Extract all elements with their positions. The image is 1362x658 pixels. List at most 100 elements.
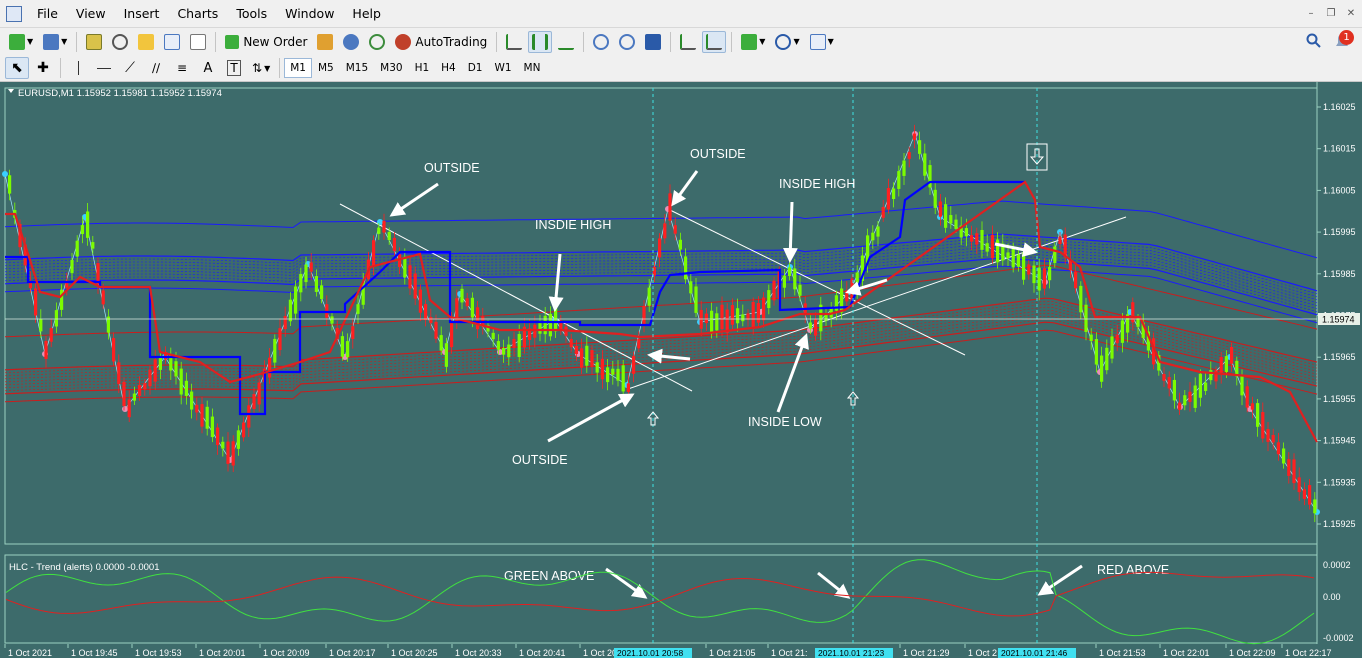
timeframe-w1[interactable]: W1 [488,58,517,78]
trendline [339,203,693,392]
candle-body [252,394,256,409]
new-chart-button[interactable]: ▼ [5,31,37,53]
candle-body [226,441,230,464]
periods-button[interactable]: ▼ [771,31,803,53]
profiles-icon [43,33,60,50]
candle-body [1198,373,1202,398]
bar-chart-button[interactable] [502,31,526,53]
annotation-label: INSIDE HIGH [779,177,855,191]
menu-window[interactable]: Window [276,0,343,28]
zoom-out-button[interactable] [615,31,639,53]
autotrading-icon [395,33,412,50]
candle-body [314,276,318,292]
candle-body [814,319,818,336]
candle-body [424,304,428,321]
search-icon[interactable] [1306,33,1322,52]
chart-canvas[interactable]: OUTSIDE OUTSIDE INSDIE HIGH INSIDE HIGH OUTS… [0,82,1362,658]
metaeditor-button[interactable] [313,31,337,53]
timeframe-h4[interactable]: H4 [435,58,462,78]
timeframe-m5[interactable]: M5 [312,58,340,78]
standard-toolbar: ▼ ▼ New Order AutoTrading ▼ ▼ ▼ 1 [0,28,1362,55]
candle-body [1266,429,1270,442]
candle-body [174,361,178,377]
candle-body [1016,254,1020,267]
annotation-label: OUTSIDE [690,147,746,161]
menu-view[interactable]: View [67,0,115,28]
navigator-button[interactable] [134,31,158,53]
menu-file[interactable]: File [28,0,67,28]
timeframe-m30[interactable]: M30 [374,58,408,78]
candle-body [179,368,183,395]
candle-body [1292,459,1296,484]
candle-body [1136,318,1140,327]
time-label: 1 Oct 19:45 [71,648,118,658]
timeframe-mn[interactable]: MN [518,58,547,78]
terminal-button[interactable] [160,31,184,53]
price-label: 1.15995 [1323,227,1356,237]
chart-window[interactable]: OUTSIDE OUTSIDE INSDIE HIGH INSIDE HIGH OUTS… [0,82,1362,658]
time-label: 1 Oct 20:17 [329,648,376,658]
horizontal-line-button[interactable] [92,57,116,79]
fibonacci-button[interactable]: ≡ [170,57,194,79]
time-label: 1 Oct 20:25 [391,648,438,658]
candle-body [44,340,48,359]
time-label: 1 Oct 22:17 [1285,648,1332,658]
candle-body [148,369,152,387]
indicators-button[interactable]: ▼ [737,31,769,53]
candle-body [606,367,610,383]
notifications-button[interactable]: 1 [1332,30,1354,52]
autoscroll-button[interactable] [702,30,727,53]
profiles-button[interactable]: ▼ [39,31,71,53]
timeframe-h1[interactable]: H1 [409,58,436,78]
chart-shift-button[interactable] [676,31,700,53]
signals-button[interactable] [339,31,363,53]
minimize-icon[interactable]: – [1304,8,1318,20]
text-button[interactable]: A [196,57,220,79]
timeframe-m15[interactable]: M15 [340,58,374,78]
price-label: 1.16015 [1323,144,1356,154]
candle-body [720,304,724,330]
candle-body [585,345,589,366]
annotation-label: RED ABOVE [1097,563,1169,577]
menu-charts[interactable]: Charts [168,0,227,28]
restore-icon[interactable]: ❐ [1324,8,1338,20]
autotrading-button[interactable]: AutoTrading [391,31,491,53]
timeframe-m1[interactable]: M1 [284,58,312,78]
new-order-button[interactable]: New Order [221,31,311,53]
candle-body [507,344,511,358]
templates-button[interactable]: ▼ [806,31,838,53]
vertical-line-button[interactable] [66,57,90,79]
chart-info: EURUSD,M1 1.15952 1.15981 1.15952 1.1597… [18,88,222,99]
strategy-tester-button[interactable] [186,31,210,53]
buy-arrow-icon [846,391,860,406]
candle-body [517,334,521,357]
menu-insert[interactable]: Insert [115,0,169,28]
blue-band-line [4,249,1318,307]
candle-body [403,256,407,278]
radio-button[interactable] [365,31,389,53]
tile-windows-button[interactable] [641,31,665,53]
trendline-button[interactable]: ⟋ [118,57,142,79]
menu-help[interactable]: Help [343,0,390,28]
menu-tools[interactable]: Tools [227,0,276,28]
price-label: 1.15935 [1323,477,1356,487]
candle-body [221,441,225,449]
arrows-button[interactable]: ⇅ ▼ [248,57,274,79]
chart-collapse-icon[interactable] [8,89,14,93]
data-window-button[interactable] [108,31,132,53]
candle-body [611,368,615,375]
crosshair-button[interactable]: ✚ [31,57,55,79]
equidistant-channel-button[interactable]: ∕∕ [144,57,168,79]
cursor-button[interactable]: ⬉ [5,57,29,79]
timeframe-d1[interactable]: D1 [462,58,489,78]
candle-body [60,289,64,310]
price-label: 1.15955 [1323,394,1356,404]
close-icon[interactable]: ✕ [1344,8,1358,20]
candle-body [1240,375,1244,396]
line-chart-button[interactable] [554,31,578,53]
zoom-in-button[interactable] [589,31,613,53]
text-label-button[interactable]: T [222,57,246,79]
candlestick-button[interactable] [528,30,553,53]
market-watch-button[interactable] [82,31,106,53]
candle-body [1219,357,1223,375]
